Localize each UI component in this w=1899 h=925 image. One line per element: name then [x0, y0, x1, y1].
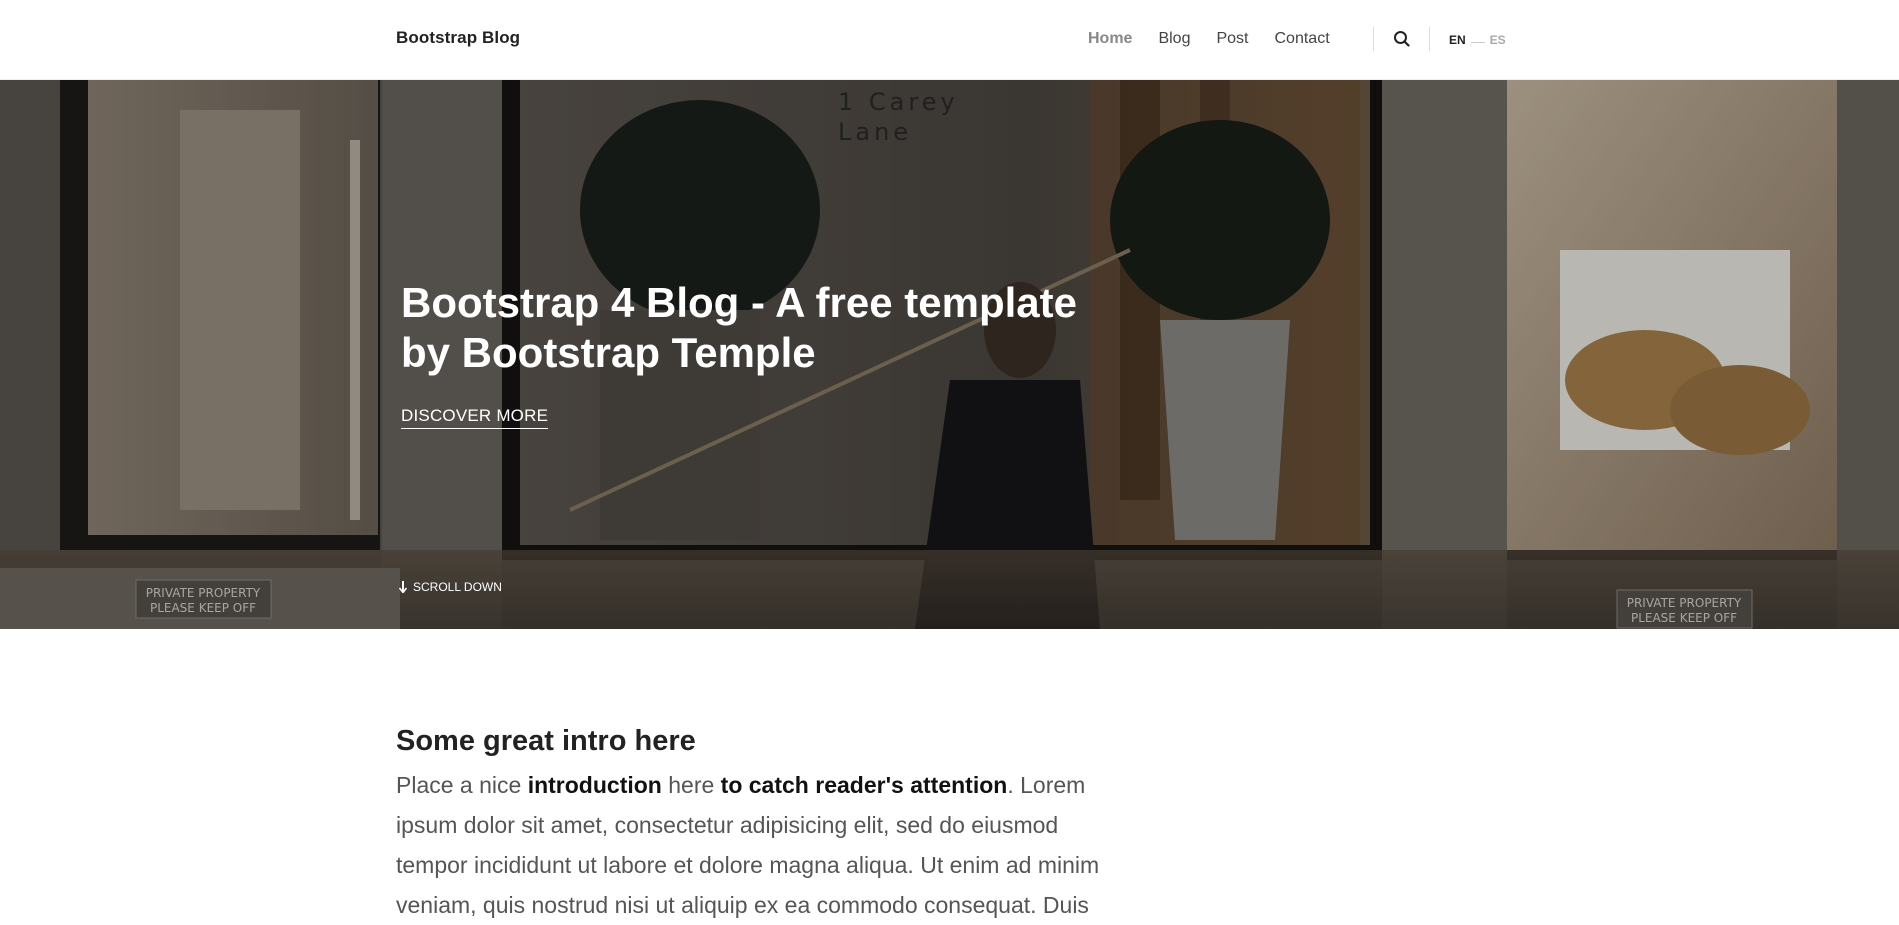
hero-section: 1 Carey Lane PRIVATE PROPERTY PLEASE KEE…: [0, 80, 1899, 629]
lang-es[interactable]: ES: [1490, 33, 1506, 47]
navbar: Bootstrap Blog Home Blog Post Contact EN…: [0, 0, 1899, 80]
search-icon[interactable]: [1392, 29, 1412, 49]
intro-section: Some great intro here Place a nice intro…: [396, 723, 1116, 925]
lang-separator: [1470, 41, 1485, 43]
brand-logo[interactable]: Bootstrap Blog: [396, 28, 520, 48]
language-switcher: EN ES: [1449, 33, 1506, 47]
hero-title: Bootstrap 4 Blog - A free template by Bo…: [401, 279, 1077, 376]
scroll-down-link[interactable]: SCROLL DOWN: [399, 580, 502, 594]
scroll-down-label: SCROLL DOWN: [413, 580, 502, 594]
nav-link-post[interactable]: Post: [1216, 30, 1248, 48]
intro-bold-attention: to catch reader's attention: [720, 772, 1008, 798]
intro-bold-introduction: introduction: [527, 772, 662, 798]
intro-paragraph: Place a nice introduction here to catch …: [396, 765, 1116, 925]
intro-text-part2: here: [661, 772, 721, 798]
main-nav: Home Blog Post Contact: [1088, 30, 1356, 48]
nav-link-blog[interactable]: Blog: [1158, 30, 1190, 48]
nav-link-home[interactable]: Home: [1088, 30, 1132, 48]
intro-heading: Some great intro here: [396, 725, 696, 757]
nav-divider: [1373, 27, 1374, 51]
discover-more-link[interactable]: DISCOVER MORE: [401, 406, 549, 429]
nav-divider: [1429, 27, 1430, 51]
arrow-down-icon: [399, 581, 407, 593]
nav-link-contact[interactable]: Contact: [1275, 30, 1330, 48]
lang-en[interactable]: EN: [1449, 33, 1466, 47]
intro-text-part1: Place a nice: [396, 772, 528, 798]
